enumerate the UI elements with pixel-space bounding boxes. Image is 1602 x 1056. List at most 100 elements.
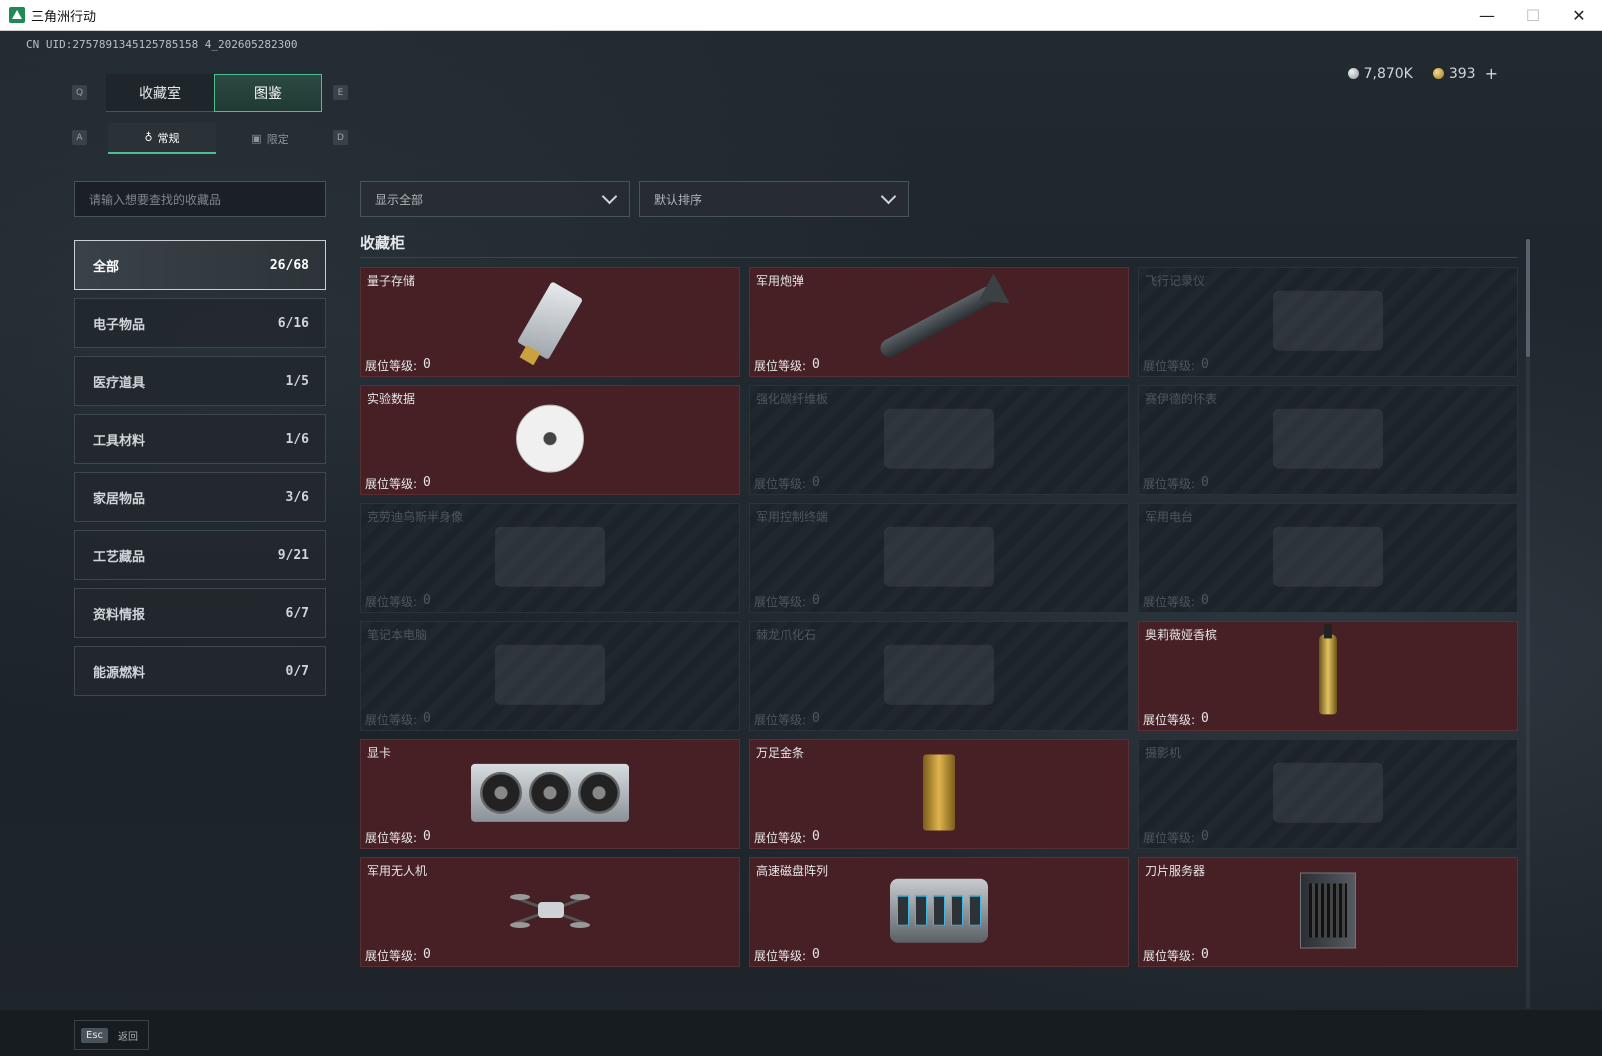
level-label: 展位等级:: [365, 359, 418, 373]
category-energy[interactable]: 能源燃料 0/7: [74, 646, 326, 696]
tab-collection-room[interactable]: 收藏室: [106, 74, 214, 112]
back-button[interactable]: Esc 返回: [74, 1020, 150, 1050]
item-level: 展位等级: 0: [1143, 711, 1209, 728]
category-household[interactable]: 家居物品 3/6: [74, 472, 326, 522]
collection-card[interactable]: 军用控制终端 展位等级: 0: [749, 503, 1129, 613]
item-name: 高速磁盘阵列: [756, 864, 829, 878]
item-level: 展位等级: 0: [365, 475, 431, 492]
level-value: 0: [812, 711, 820, 726]
item-level: 展位等级: 0: [365, 711, 431, 728]
add-currency-button[interactable]: +: [1485, 64, 1498, 83]
level-label: 展位等级:: [1143, 477, 1196, 491]
sort-dropdown[interactable]: 默认排序: [639, 181, 909, 217]
collection-card[interactable]: 棘龙爪化石 展位等级: 0: [749, 621, 1129, 731]
category-intel[interactable]: 资料情报 6/7: [74, 588, 326, 638]
item-image: [471, 763, 629, 822]
item-image: [923, 754, 955, 831]
subtab-regular[interactable]: ♁ 常规: [108, 123, 216, 154]
minimize-button[interactable]: —: [1464, 0, 1510, 31]
filter-dropdown[interactable]: 显示全部: [360, 181, 630, 217]
sub-tabs: ♁ 常规 ▣ 限定: [108, 123, 324, 154]
collection-card[interactable]: 量子存储 展位等级: 0: [360, 267, 740, 377]
maximize-button[interactable]: ☐: [1510, 0, 1556, 31]
collection-card[interactable]: 强化碳纤维板 展位等级: 0: [749, 385, 1129, 495]
category-list: 全部 26/68 电子物品 6/16 医疗道具 1/5 工具材料 1/6 家居物…: [74, 240, 326, 704]
item-name: 摄影机: [1145, 746, 1182, 760]
item-level: 展位等级: 0: [754, 947, 820, 964]
item-name: 万足金条: [756, 746, 805, 760]
item-level: 展位等级: 0: [754, 475, 820, 492]
item-name: 实验数据: [367, 392, 416, 406]
category-count: 9/21: [277, 547, 309, 563]
item-name: 军用炮弹: [756, 274, 805, 288]
category-all[interactable]: 全部 26/68: [74, 240, 326, 290]
level-value: 0: [1201, 593, 1209, 608]
category-count: 6/7: [285, 605, 309, 621]
collection-card[interactable]: 显卡展位等级: 0: [360, 739, 740, 849]
item-name: 刀片服务器: [1145, 864, 1206, 878]
category-medical[interactable]: 医疗道具 1/5: [74, 356, 326, 406]
level-value: 0: [423, 357, 431, 372]
key-hint-e: E: [333, 85, 348, 100]
category-label: 资料情报: [93, 607, 146, 623]
collection-card[interactable]: 笔记本电脑 展位等级: 0: [360, 621, 740, 731]
level-label: 展位等级:: [1143, 713, 1196, 727]
level-label: 展位等级:: [365, 831, 418, 845]
item-level: 展位等级: 0: [365, 829, 431, 846]
section-title: 收藏柜: [360, 234, 406, 252]
silver-currency: 7,870K: [1347, 66, 1413, 82]
category-tools[interactable]: 工具材料 1/6: [74, 414, 326, 464]
collection-card[interactable]: 军用炮弹 展位等级: 0: [749, 267, 1129, 377]
key-hint-a: A: [72, 130, 87, 145]
scrollbar-thumb[interactable]: [1526, 239, 1530, 357]
level-label: 展位等级:: [365, 949, 418, 963]
item-image: [516, 404, 584, 473]
level-value: 0: [1201, 711, 1209, 726]
filter-dropdown-value: 显示全部: [375, 192, 424, 207]
subtab-limited[interactable]: ▣ 限定: [216, 123, 324, 154]
category-electronics[interactable]: 电子物品 6/16: [74, 298, 326, 348]
level-value: 0: [423, 475, 431, 490]
category-label: 工具材料: [93, 433, 146, 449]
item-image: [884, 526, 994, 587]
level-value: 0: [1201, 475, 1209, 490]
collection-card[interactable]: 克劳迪乌斯半身像 展位等级: 0: [360, 503, 740, 613]
level-value: 0: [812, 357, 820, 372]
item-level: 展位等级: 0: [1143, 475, 1209, 492]
collection-card[interactable]: 奥莉薇娅香槟 展位等级: 0: [1138, 621, 1518, 731]
sort-dropdown-value: 默认排序: [654, 192, 703, 207]
item-image: [884, 408, 994, 469]
search-input[interactable]: 请输入想要查找的收藏品: [74, 181, 326, 217]
collection-card[interactable]: 实验数据展位等级: 0: [360, 385, 740, 495]
item-name: 赛伊德的怀表: [1145, 392, 1218, 406]
collection-card[interactable]: 军用电台 展位等级: 0: [1138, 503, 1518, 613]
esc-key-icon: Esc: [81, 1027, 109, 1043]
level-value: 0: [423, 593, 431, 608]
item-name: 显卡: [367, 746, 392, 760]
gold-coin-icon: [1432, 68, 1444, 79]
item-image: [1273, 526, 1383, 587]
item-image: [1319, 624, 1337, 715]
collection-card[interactable]: 万足金条 展位等级: 0: [749, 739, 1129, 849]
category-count: 3/6: [285, 489, 309, 505]
level-label: 展位等级:: [754, 477, 807, 491]
window-controls: — ☐ ✕: [1464, 0, 1602, 31]
collection-card[interactable]: 高速磁盘阵列 展位等级: 0: [749, 857, 1129, 967]
collection-card[interactable]: 军用无人机 展位等级: 0: [360, 857, 740, 967]
item-image: [495, 526, 605, 587]
collection-card[interactable]: 赛伊德的怀表 展位等级: 0: [1138, 385, 1518, 495]
section-divider: [360, 257, 1518, 258]
back-label: 返回: [118, 1031, 139, 1043]
close-button[interactable]: ✕: [1556, 0, 1602, 31]
collection-card[interactable]: 飞行记录仪 展位等级: 0: [1138, 267, 1518, 377]
item-level: 展位等级: 0: [365, 593, 431, 610]
category-label: 医疗道具: [93, 375, 146, 391]
collection-card[interactable]: 刀片服务器 展位等级: 0: [1138, 857, 1518, 967]
tab-encyclopedia[interactable]: 图鉴: [214, 74, 322, 112]
collection-grid: 量子存储 展位等级: 0 军用炮弹 展位等级: 0 飞行记录仪 展位等级: 0 实验数据 展位等级:…: [360, 267, 1520, 1005]
category-label: 电子物品: [93, 317, 146, 333]
collection-card[interactable]: 摄影机 展位等级: 0: [1138, 739, 1518, 849]
category-crafts[interactable]: 工艺藏品 9/21: [74, 530, 326, 580]
item-image: [874, 283, 1004, 361]
subtab-regular-label: 常规: [157, 131, 180, 145]
